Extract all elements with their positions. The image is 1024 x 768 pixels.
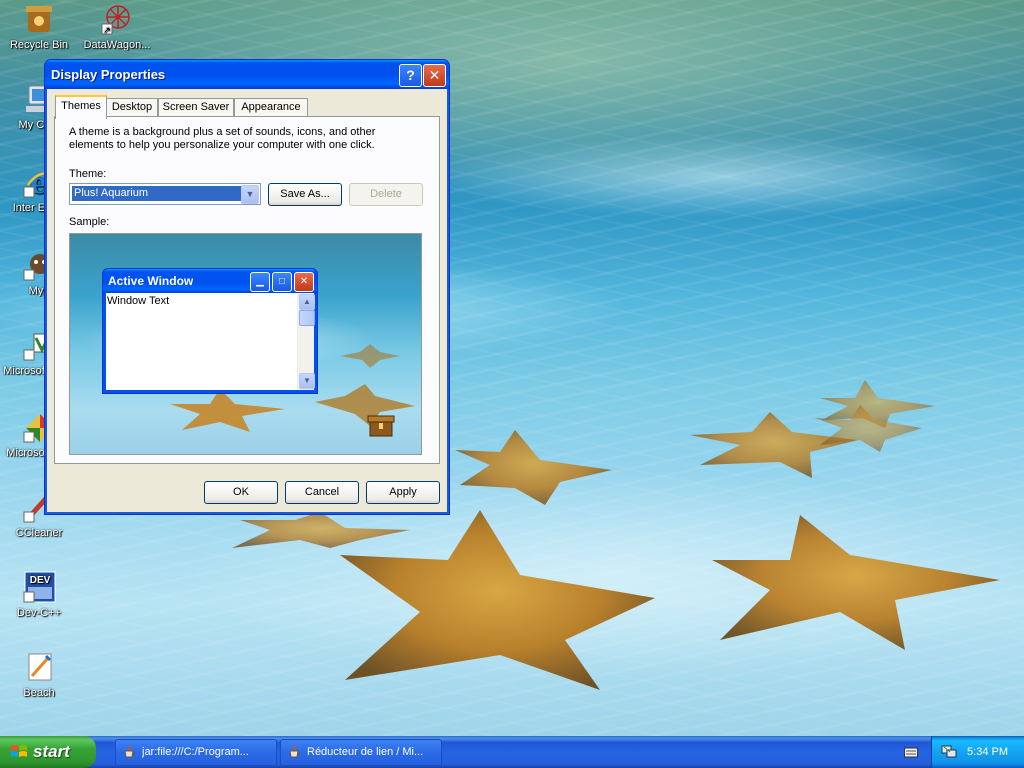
sample-window-titlebar: Active Window ▁ □ ✕ (103, 269, 317, 293)
ok-button[interactable]: OK (204, 481, 278, 504)
theme-dropdown[interactable]: Plus! Aquarium ▼ (69, 183, 261, 205)
recycle-bin-icon (22, 2, 56, 36)
theme-sample-preview: Active Window ▁ □ ✕ Window Text ▲ ▼ (69, 233, 422, 455)
desktop-icon-dev-cpp[interactable]: DEV Dev-C++ (0, 570, 78, 619)
apply-button[interactable]: Apply (366, 481, 440, 504)
desktop-icon-beach[interactable]: Beach (0, 650, 78, 699)
tab-themes[interactable]: Themes (55, 95, 107, 119)
theme-dropdown-value: Plus! Aquarium (72, 186, 242, 201)
minimize-icon: ▁ (250, 272, 270, 292)
tab-desktop[interactable]: Desktop (106, 98, 158, 117)
dev-icon-text: DEV (30, 575, 51, 586)
close-button[interactable]: ✕ (423, 64, 446, 87)
sample-window-title: Active Window (108, 274, 194, 288)
sample-window-body: Window Text ▲ ▼ (106, 293, 315, 390)
desktop-icon-label: Recycle Bin (9, 39, 69, 51)
system-tray: 5:34 PM (931, 736, 1024, 768)
desktop-icon-label: Dev-C++ (16, 607, 62, 619)
network-icon[interactable] (941, 744, 957, 758)
theme-description: A theme is a background plus a set of so… (69, 126, 376, 151)
sample-label: Sample: (69, 216, 110, 228)
close-icon: ✕ (294, 272, 314, 292)
taskbar-item-label: Réducteur de lien / Mi... (307, 746, 424, 758)
taskbar: start jar:file:///C:/Program... Réducteu… (0, 736, 1024, 768)
scroll-up-icon: ▲ (299, 294, 315, 310)
taskbar-item-jar-file[interactable]: jar:file:///C:/Program... (115, 739, 277, 766)
save-as-button[interactable]: Save As... (268, 183, 342, 206)
tab-screen-saver[interactable]: Screen Saver (158, 98, 234, 117)
sample-active-window: Active Window ▁ □ ✕ Window Text ▲ ▼ (102, 268, 318, 394)
desktop-icon-label: Beach (23, 687, 55, 699)
window-title: Display Properties (51, 67, 166, 82)
start-button[interactable]: start (0, 736, 96, 768)
maximize-icon: □ (272, 272, 292, 292)
scroll-down-icon: ▼ (299, 373, 315, 389)
display-properties-window: Display Properties ? ✕ Themes Desktop Sc… (44, 59, 450, 515)
svg-text:↗: ↗ (103, 25, 111, 35)
keyboard-icon[interactable] (904, 746, 918, 758)
chevron-down-icon[interactable]: ▼ (241, 185, 259, 204)
taskbar-item-label: jar:file:///C:/Program... (142, 746, 249, 758)
dev-cpp-icon: DEV (22, 570, 56, 604)
theme-label: Theme: (69, 168, 107, 180)
desktop-icon-datawagon[interactable]: ↗ DataWagon... (78, 2, 156, 51)
clock[interactable]: 5:34 PM (967, 746, 1008, 758)
start-label: start (33, 742, 70, 761)
java-cup-icon (124, 745, 135, 758)
beach-icon (22, 650, 56, 684)
cancel-button[interactable]: Cancel (285, 481, 359, 504)
sample-window-text: Window Text (107, 295, 170, 307)
help-button[interactable]: ? (399, 64, 422, 87)
treasure-chest-icon (367, 415, 395, 437)
scroll-thumb (299, 310, 315, 326)
sample-scrollbar: ▲ ▼ (297, 293, 315, 390)
window-client-area: Themes Desktop Screen Saver Appearance A… (49, 89, 445, 510)
java-cup-icon (289, 745, 300, 758)
desktop-icon-label: CCleaner (15, 527, 63, 539)
windows-flag-icon (11, 745, 27, 757)
desktop-icon-recycle-bin[interactable]: Recycle Bin (0, 2, 78, 51)
delete-button[interactable]: Delete (349, 183, 423, 206)
tab-appearance[interactable]: Appearance (234, 98, 308, 117)
window-titlebar[interactable]: Display Properties ? ✕ (45, 60, 449, 89)
themes-panel: A theme is a background plus a set of so… (54, 116, 440, 464)
desktop-icon-label: DataWagon... (83, 39, 151, 51)
datawagon-icon: ↗ (100, 2, 134, 36)
taskbar-item-reducteur[interactable]: Réducteur de lien / Mi... (280, 739, 442, 766)
